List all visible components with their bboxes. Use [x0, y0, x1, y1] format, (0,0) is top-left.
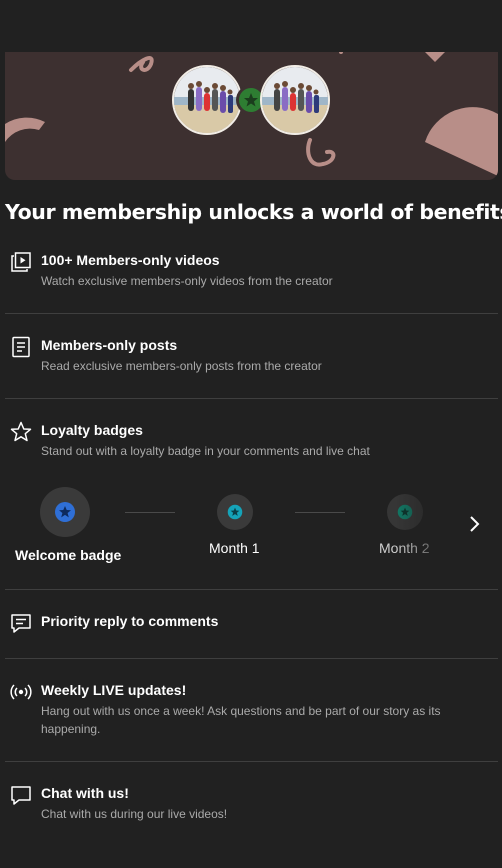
video-library-icon	[11, 252, 31, 272]
divider	[5, 761, 498, 762]
badge-circle	[217, 494, 253, 530]
badge-label: Month 1	[209, 540, 260, 556]
benefit-description: Read exclusive members-only posts from t…	[41, 359, 322, 373]
badge-connector	[295, 512, 345, 513]
membership-banner	[5, 52, 498, 180]
benefit-title: 100+ Members-only videos	[41, 252, 220, 268]
live-broadcast-icon	[10, 684, 32, 700]
banner-decoration	[5, 52, 498, 176]
star-outline-icon	[10, 421, 32, 442]
benefit-title: Priority reply to comments	[41, 613, 219, 629]
badge-circle	[40, 487, 90, 537]
benefit-title: Members-only posts	[41, 337, 178, 353]
divider	[5, 313, 498, 314]
benefit-title: Chat with us!	[41, 785, 129, 801]
divider	[5, 658, 498, 659]
badge-connector	[125, 512, 175, 513]
benefit-description: Hang out with us once a week! Ask questi…	[41, 704, 441, 736]
benefit-description: Chat with us during our live videos!	[41, 807, 228, 821]
channel-avatar-left	[172, 65, 242, 135]
channel-avatar-right	[260, 65, 330, 135]
star-badge-icon	[227, 504, 243, 520]
divider	[5, 398, 498, 399]
comment-icon	[11, 614, 31, 633]
benefit-title: Weekly LIVE updates!	[41, 682, 187, 698]
divider	[5, 589, 498, 590]
post-document-icon	[12, 336, 30, 358]
benefit-description: Watch exclusive members-only videos from…	[41, 274, 333, 288]
star-badge-icon	[55, 502, 75, 522]
badge-label: Welcome badge	[15, 547, 122, 563]
chat-bubble-icon	[11, 786, 31, 805]
benefit-title: Loyalty badges	[41, 422, 143, 438]
badge-fade-overlay	[395, 480, 455, 575]
page-headline: Your membership unlocks a world of benef…	[5, 200, 502, 224]
benefit-description: Stand out with a loyalty badge in your c…	[41, 444, 370, 458]
chevron-right-icon[interactable]	[462, 512, 486, 536]
